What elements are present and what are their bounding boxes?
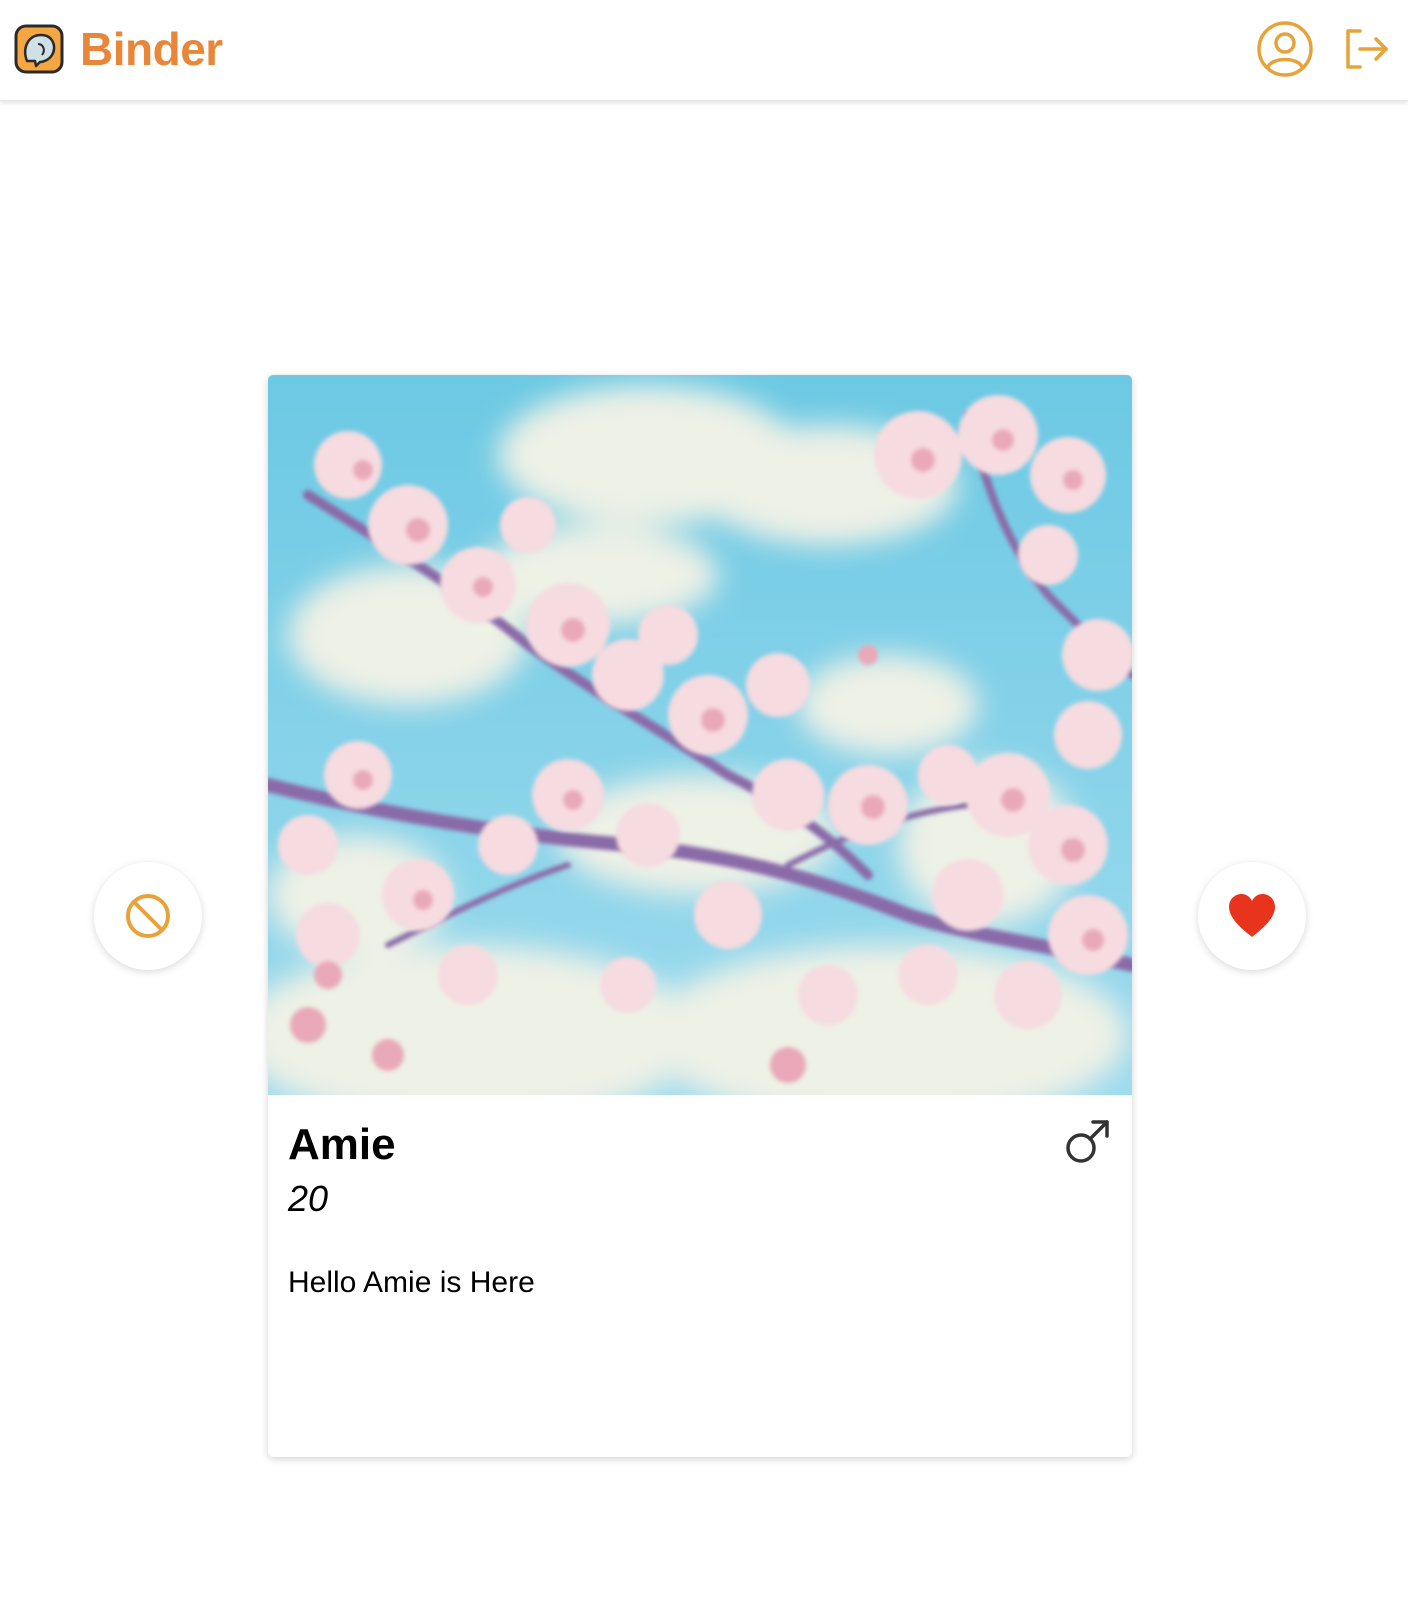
user-circle-icon <box>1257 21 1313 77</box>
ban-icon <box>126 894 170 938</box>
profile-button[interactable] <box>1256 20 1314 78</box>
male-symbol-icon <box>1066 1120 1109 1163</box>
top-navbar: Binder <box>0 0 1408 101</box>
binder-logo-icon <box>14 24 64 74</box>
heart-icon <box>1229 894 1275 937</box>
profile-name: Amie <box>288 1120 396 1169</box>
logout-button[interactable] <box>1340 23 1392 75</box>
profile-photo <box>268 375 1132 1095</box>
pass-button[interactable] <box>94 862 202 970</box>
logout-icon <box>1346 29 1388 69</box>
profile-age: 20 <box>288 1178 329 1219</box>
profile-card[interactable]: Amie 20 Hello Amie is Here <box>268 375 1132 1457</box>
brand-home-link[interactable]: Binder <box>14 24 223 74</box>
like-button[interactable] <box>1198 862 1306 970</box>
profile-bio: Hello Amie is Here <box>288 1266 535 1299</box>
app-name: Binder <box>80 23 223 75</box>
